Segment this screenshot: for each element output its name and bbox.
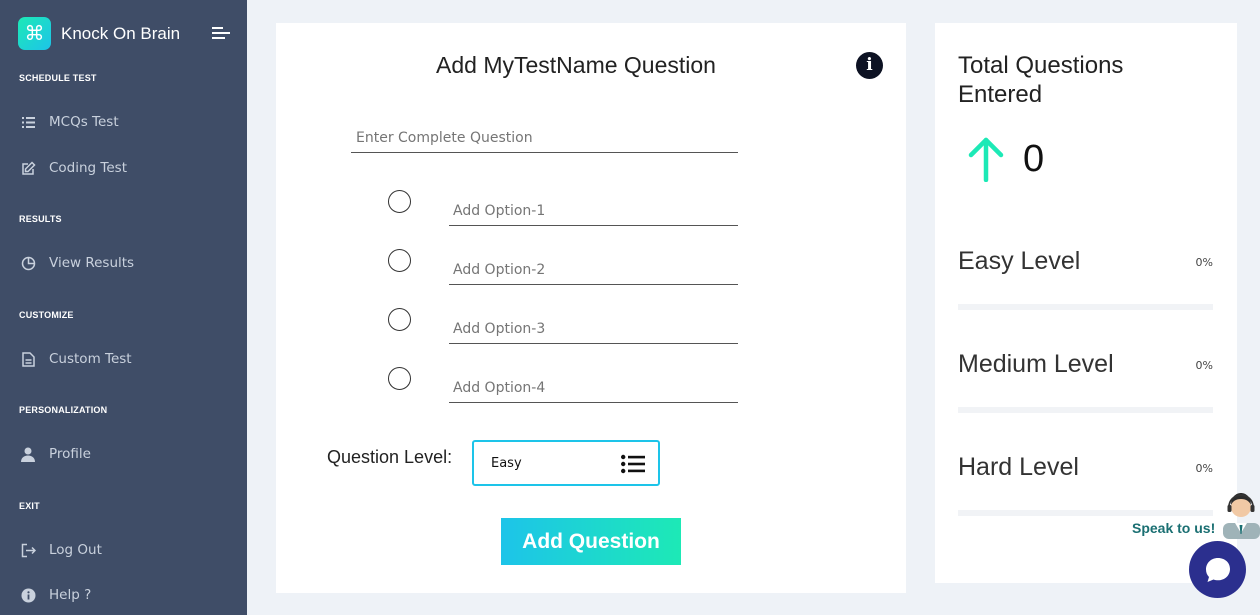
brand-logo-icon: ⌘	[18, 17, 51, 50]
medium-level-percent: 0%	[1195, 359, 1213, 372]
sidebar-item-coding-test[interactable]: Coding Test	[0, 150, 247, 186]
easy-level-progress	[958, 304, 1213, 310]
hard-level-label: Hard Level	[958, 453, 1079, 481]
pie-chart-icon	[20, 255, 36, 271]
section-caption-results: RESULTS	[19, 214, 62, 224]
question-level-select[interactable]: Easy	[472, 440, 660, 486]
info-icon[interactable]: i	[856, 52, 883, 79]
help-icon	[20, 587, 36, 603]
section-caption-schedule-test: SCHEDULE TEST	[19, 73, 97, 83]
medium-level-progress	[958, 407, 1213, 413]
add-question-card: Add MyTestName Question i Question Level…	[276, 23, 906, 593]
user-icon	[20, 446, 36, 462]
sidebar-item-label: Profile	[49, 446, 91, 462]
chat-bubble-icon	[1205, 557, 1230, 582]
medium-level-label: Medium Level	[958, 350, 1114, 378]
brand-name: Knock On Brain	[61, 23, 181, 43]
sidebar-item-label: Coding Test	[49, 160, 128, 176]
section-caption-customize: CUSTOMIZE	[19, 310, 74, 320]
section-caption-exit: EXIT	[19, 501, 40, 511]
menu-toggle-icon[interactable]	[212, 27, 230, 41]
option-2-input[interactable]	[449, 255, 738, 285]
sidebar-item-mcqs-test[interactable]: MCQs Test	[0, 104, 247, 140]
list-icon	[20, 114, 36, 130]
option-2-radio[interactable]	[388, 249, 411, 272]
question-level-label: Question Level:	[327, 447, 453, 467]
easy-level-percent: 0%	[1195, 256, 1213, 269]
option-3-input[interactable]	[449, 314, 738, 344]
chat-launcher-button[interactable]	[1189, 541, 1246, 598]
question-input[interactable]	[351, 123, 738, 153]
sidebar-item-view-results[interactable]: View Results	[0, 245, 247, 281]
sidebar-item-label: Custom Test	[49, 351, 132, 367]
brand[interactable]: ⌘ Knock On Brain	[18, 17, 180, 50]
support-agent-icon[interactable]	[1221, 487, 1260, 539]
hard-level-percent: 0%	[1195, 462, 1213, 475]
sidebar-item-help[interactable]: Help ?	[0, 577, 247, 613]
page-title: Add MyTestName Question	[436, 52, 716, 78]
option-1-radio[interactable]	[388, 190, 411, 213]
sidebar-item-profile[interactable]: Profile	[0, 436, 247, 472]
arrow-up-icon	[968, 137, 1004, 182]
stats-title: Total Questions Entered	[958, 52, 1124, 108]
sidebar-item-custom-test[interactable]: Custom Test	[0, 341, 247, 377]
stats-card: Total Questions Entered 0 Easy Level 0% …	[935, 23, 1237, 583]
option-4-input[interactable]	[449, 373, 738, 403]
speak-to-us-label[interactable]: Speak to us!	[1132, 520, 1215, 536]
option-1-input[interactable]	[449, 196, 738, 226]
logout-icon	[20, 542, 36, 558]
sidebar-item-label: View Results	[49, 255, 135, 271]
section-caption-personalization: PERSONALIZATION	[19, 405, 108, 415]
option-3-radio[interactable]	[388, 308, 411, 331]
total-count: 0	[1023, 138, 1045, 180]
sidebar: ⌘ Knock On Brain SCHEDULE TEST MCQs Test…	[0, 0, 247, 615]
add-question-button[interactable]: Add Question	[501, 518, 681, 565]
sidebar-item-label: Help ?	[49, 587, 92, 603]
option-4-radio[interactable]	[388, 367, 411, 390]
file-icon	[20, 351, 36, 367]
question-level-value: Easy	[491, 455, 522, 471]
list-icon	[621, 454, 645, 474]
edit-icon	[20, 160, 36, 176]
sidebar-item-label: Log Out	[49, 542, 102, 558]
sidebar-item-log-out[interactable]: Log Out	[0, 532, 247, 568]
sidebar-item-label: MCQs Test	[49, 114, 119, 130]
hard-level-progress	[958, 510, 1213, 516]
easy-level-label: Easy Level	[958, 247, 1081, 275]
